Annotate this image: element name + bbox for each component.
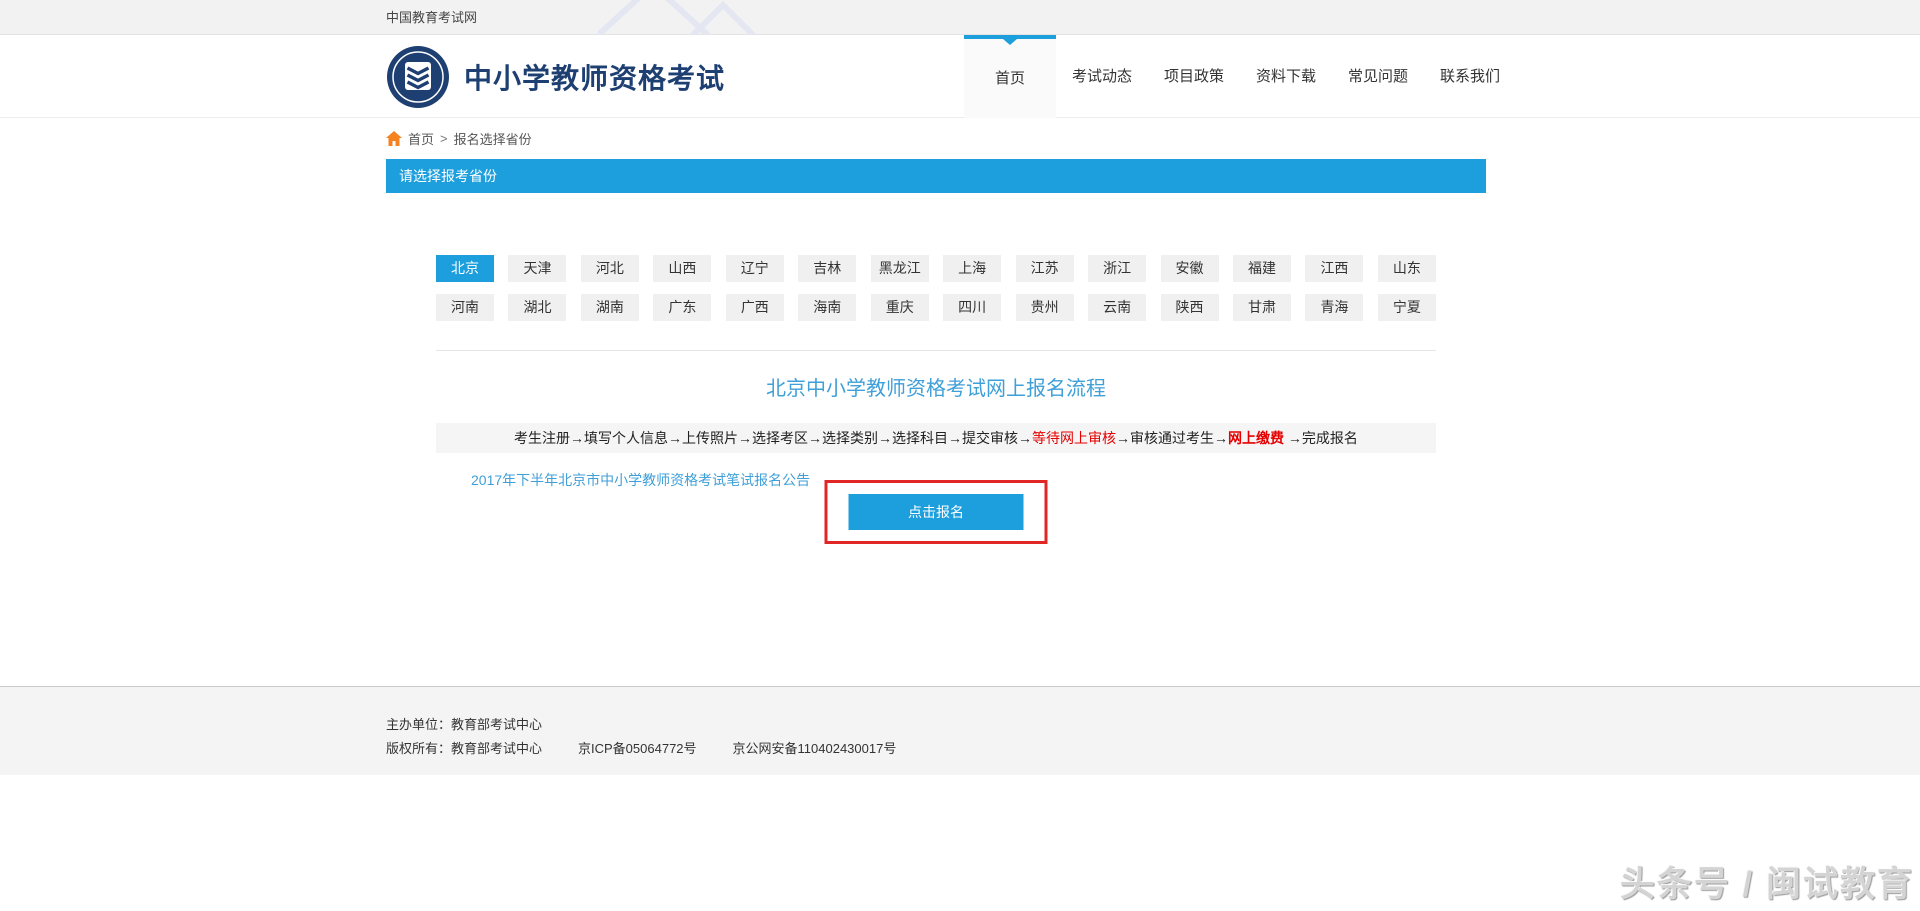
header: 中小学教师资格考试 首页 考试动态 项目政策 资料下载 常见问题 联系我们 <box>0 35 1920 118</box>
nav-item-downloads[interactable]: 资料下载 <box>1240 35 1332 118</box>
flow-segment: 考生注册→填写个人信息→上传照片→选择考区→选择类别→选择科目→提交审核→ <box>514 430 1032 446</box>
province-banner: 请选择报考省份 <box>386 159 1486 193</box>
province-button[interactable]: 四川 <box>943 294 1001 321</box>
topbar: 中国教育考试网 <box>0 0 1920 35</box>
province-button[interactable]: 辽宁 <box>726 255 784 282</box>
province-button[interactable]: 陕西 <box>1161 294 1219 321</box>
flow-segment-review: 等待网上审核 <box>1032 430 1116 446</box>
logo-icon <box>386 45 450 109</box>
signup-button[interactable]: 点击报名 <box>849 494 1024 530</box>
nav-item-faq[interactable]: 常见问题 <box>1332 35 1424 118</box>
province-button[interactable]: 福建 <box>1233 255 1291 282</box>
province-button[interactable]: 青海 <box>1305 294 1363 321</box>
province-button[interactable]: 黑龙江 <box>871 255 929 282</box>
province-button[interactable]: 广东 <box>653 294 711 321</box>
province-button[interactable]: 广西 <box>726 294 784 321</box>
flow-segment-payment: 网上缴费 <box>1228 430 1284 446</box>
province-button[interactable]: 甘肃 <box>1233 294 1291 321</box>
flow-segment: →审核通过考生→ <box>1116 430 1228 446</box>
divider <box>436 350 1436 351</box>
breadcrumb: 首页 > 报名选择省份 <box>386 118 1486 159</box>
province-button[interactable]: 河南 <box>436 294 494 321</box>
province-banner-title: 请选择报考省份 <box>399 168 497 184</box>
breadcrumb-separator: > <box>440 131 448 146</box>
breadcrumb-current: 报名选择省份 <box>454 129 532 148</box>
breadcrumb-home-link[interactable]: 首页 <box>408 129 434 148</box>
watermark: 头条号 / 闽试教育 <box>1620 856 1914 907</box>
footer-copyright: 版权所有：教育部考试中心 <box>386 741 542 756</box>
announcement-link[interactable]: 2017年下半年北京市中小学教师资格考试笔试报名公告 <box>471 470 810 490</box>
footer-organizer: 主办单位：教育部考试中心 <box>386 713 1486 737</box>
province-button-selected[interactable]: 北京 <box>436 255 494 282</box>
process-flow: 考生注册→填写个人信息→上传照片→选择考区→选择类别→选择科目→提交审核→等待网… <box>436 423 1436 453</box>
province-button[interactable]: 湖南 <box>581 294 639 321</box>
province-button[interactable]: 海南 <box>798 294 856 321</box>
province-grid: 北京天津河北山西辽宁吉林黑龙江上海江苏浙江安徽福建江西山东 河南湖北湖南广东广西… <box>436 193 1436 321</box>
nav-item-exam-news[interactable]: 考试动态 <box>1056 35 1148 118</box>
province-button[interactable]: 山东 <box>1378 255 1436 282</box>
process-title: 北京中小学教师资格考试网上报名流程 <box>436 375 1436 403</box>
province-button[interactable]: 山西 <box>653 255 711 282</box>
province-row-2: 河南湖北湖南广东广西海南重庆四川贵州云南陕西甘肃青海宁夏 <box>436 294 1436 321</box>
main-content: 北京天津河北山西辽宁吉林黑龙江上海江苏浙江安徽福建江西山东 河南湖北湖南广东广西… <box>0 193 1920 686</box>
province-button[interactable]: 云南 <box>1088 294 1146 321</box>
province-button[interactable]: 宁夏 <box>1378 294 1436 321</box>
province-button[interactable]: 安徽 <box>1161 255 1219 282</box>
footer-copyright-line: 版权所有：教育部考试中心 京ICP备05064772号 京公网安备110402430… <box>386 737 1486 761</box>
footer-icp: 京ICP备05064772号 <box>578 741 697 756</box>
province-button[interactable]: 湖北 <box>508 294 566 321</box>
province-button[interactable]: 江西 <box>1305 255 1363 282</box>
main-nav: 首页 考试动态 项目政策 资料下载 常见问题 联系我们 <box>964 35 1516 118</box>
flow-segment: →完成报名 <box>1284 430 1358 446</box>
nav-item-policies[interactable]: 项目政策 <box>1148 35 1240 118</box>
home-icon <box>386 131 402 146</box>
province-button[interactable]: 吉林 <box>798 255 856 282</box>
province-button[interactable]: 浙江 <box>1088 255 1146 282</box>
nav-item-home[interactable]: 首页 <box>964 35 1056 118</box>
site-name: 中国教育考试网 <box>386 10 477 25</box>
footer: 主办单位：教育部考试中心 版权所有：教育部考试中心 京ICP备05064772号 京… <box>0 686 1920 775</box>
province-button[interactable]: 天津 <box>508 255 566 282</box>
province-button[interactable]: 重庆 <box>871 294 929 321</box>
nav-item-contact[interactable]: 联系我们 <box>1424 35 1516 118</box>
province-row-1: 北京天津河北山西辽宁吉林黑龙江上海江苏浙江安徽福建江西山东 <box>436 255 1436 282</box>
province-button[interactable]: 江苏 <box>1016 255 1074 282</box>
province-button[interactable]: 上海 <box>943 255 1001 282</box>
annotation-red-box: 点击报名 <box>825 480 1048 544</box>
footer-police: 京公网安备110402430017号 <box>733 741 897 756</box>
signup-area: 2017年下半年北京市中小学教师资格考试笔试报名公告 点击报名 <box>436 467 1436 547</box>
brand-title: 中小学教师资格考试 <box>464 57 725 97</box>
province-button[interactable]: 河北 <box>581 255 639 282</box>
province-button[interactable]: 贵州 <box>1016 294 1074 321</box>
